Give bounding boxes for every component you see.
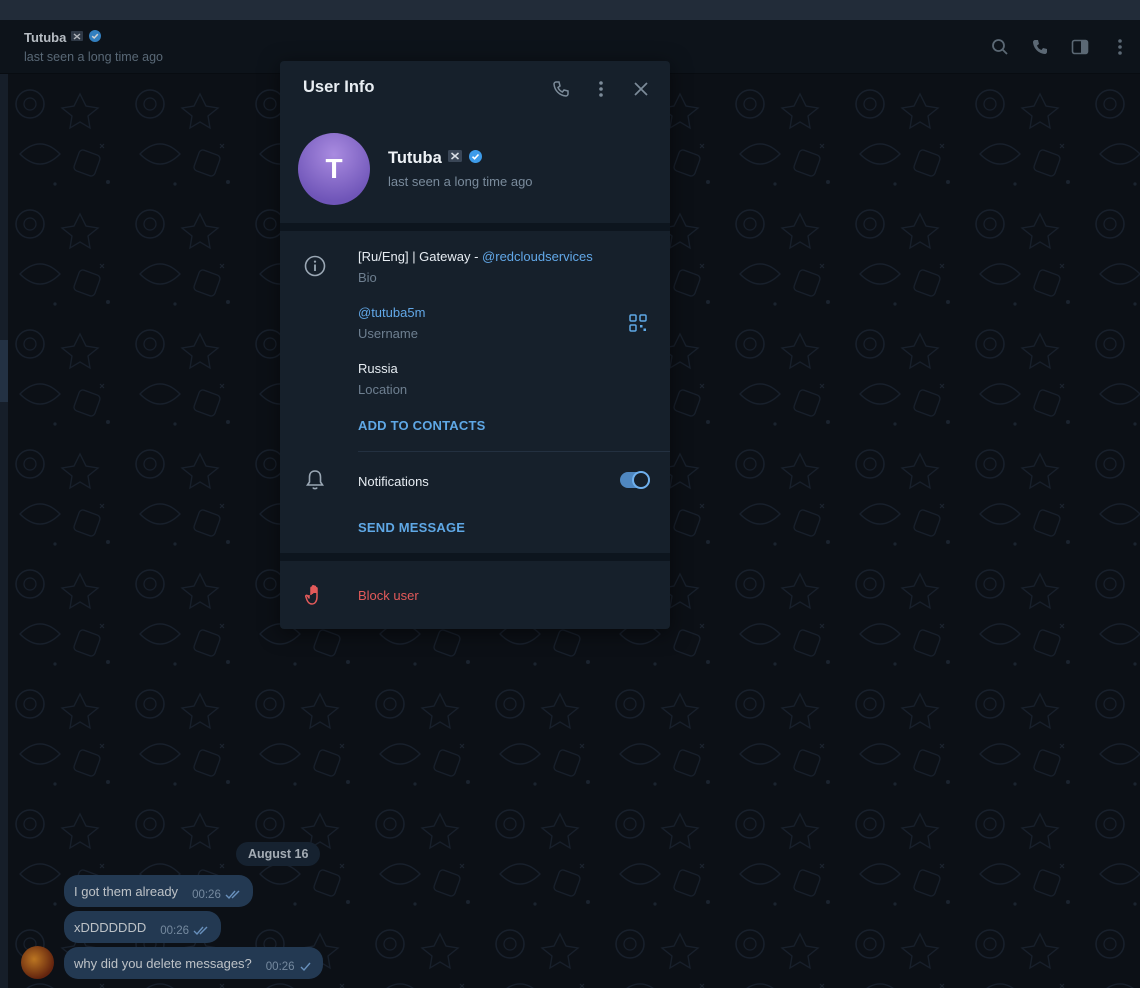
notifications-label: Notifications xyxy=(358,474,429,489)
phone-icon[interactable] xyxy=(550,78,572,100)
left-edge-marker xyxy=(0,340,8,402)
row-divider xyxy=(358,451,670,452)
notifications-toggle[interactable] xyxy=(620,471,650,489)
profile-avatar[interactable]: T xyxy=(298,133,370,205)
message-text: I got them already xyxy=(74,883,179,899)
emoji-badge-icon xyxy=(70,29,84,46)
chat-header-name-row[interactable]: Tutuba xyxy=(24,29,102,46)
username-value[interactable]: @tutuba5m xyxy=(358,305,425,320)
message-bubble[interactable]: why did you delete messages? 00:26 xyxy=(64,947,323,979)
sender-avatar[interactable] xyxy=(21,946,54,979)
emoji-badge-icon xyxy=(447,148,463,169)
message-bubble[interactable]: I got them already 00:26 xyxy=(64,875,253,907)
add-to-contacts-button[interactable]: ADD TO CONTACTS xyxy=(358,418,485,433)
check-icon xyxy=(299,962,313,972)
profile-status: last seen a long time ago xyxy=(388,174,533,189)
info-icon xyxy=(304,255,326,277)
close-icon[interactable] xyxy=(630,78,652,100)
location-value: Russia xyxy=(358,361,398,376)
section-separator xyxy=(280,223,670,231)
message-time: 00:26 xyxy=(160,925,189,937)
chat-header-status: last seen a long time ago xyxy=(24,50,163,64)
chat-header-name[interactable]: Tutuba xyxy=(24,30,66,45)
left-edge-strip xyxy=(0,74,8,988)
more-vertical-icon[interactable] xyxy=(1110,37,1130,57)
section-separator xyxy=(280,553,670,561)
search-icon[interactable] xyxy=(990,37,1010,57)
verified-icon xyxy=(88,29,102,46)
bio-text-prefix: [Ru/Eng] | Gateway - xyxy=(358,249,483,264)
double-check-icon xyxy=(193,926,211,936)
send-message-button[interactable]: SEND MESSAGE xyxy=(358,520,465,535)
bio-label: Bio xyxy=(358,270,377,285)
date-separator: August 16 xyxy=(236,842,321,866)
message-time: 00:26 xyxy=(265,961,295,973)
double-check-icon xyxy=(225,890,243,900)
user-info-panel: User Info T Tutuba last seen a long time… xyxy=(280,61,670,629)
verified-icon xyxy=(468,149,483,169)
hand-stop-icon xyxy=(304,584,326,606)
message-text: why did you delete messages? xyxy=(74,955,252,971)
phone-icon[interactable] xyxy=(1030,37,1050,57)
sidebar-toggle-icon[interactable] xyxy=(1070,37,1090,57)
qr-code-icon[interactable] xyxy=(629,314,649,334)
panel-title: User Info xyxy=(303,78,375,96)
bio-link[interactable]: @redcloudservices xyxy=(482,249,593,264)
profile-name: Tutuba xyxy=(388,149,442,167)
bell-icon xyxy=(304,469,326,491)
window-titlebar xyxy=(0,0,1140,20)
toggle-knob xyxy=(632,471,650,489)
profile-name-row: Tutuba xyxy=(388,148,483,169)
bio-text: [Ru/Eng] | Gateway - @redcloudservices xyxy=(358,249,593,264)
message-time: 00:26 xyxy=(192,889,221,901)
username-label: Username xyxy=(358,326,418,341)
location-label: Location xyxy=(358,382,408,397)
block-user-button[interactable]: Block user xyxy=(358,588,419,603)
message-bubble[interactable]: xDDDDDDD 00:26 xyxy=(64,911,221,943)
message-text: xDDDDDDD xyxy=(74,919,147,935)
more-vertical-icon[interactable] xyxy=(590,78,612,100)
